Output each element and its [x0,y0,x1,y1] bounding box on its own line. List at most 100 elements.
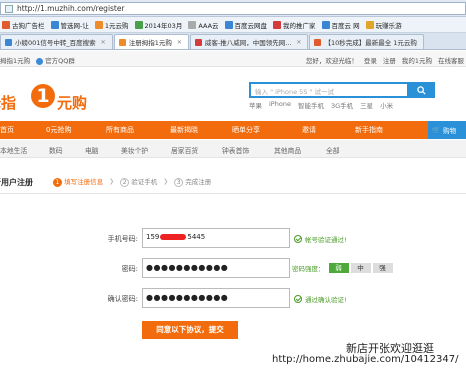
bookmark-item[interactable]: AAA云 [188,20,219,30]
my-account-link[interactable]: 我的1元购 [402,55,432,65]
page-title: 新用户注册 [0,178,33,187]
register-steps: 1 填写注册信息 ❯ 2 验证手机 ❯ 3 完成注册 [53,176,211,187]
category-item[interactable]: 本地生活 [0,145,27,155]
password-input[interactable]: ●●●●●●●●●●● [142,258,290,278]
bookmark-icon [2,20,10,29]
strength-strong: 强 [372,263,393,273]
bookmark-item[interactable]: 1元云购 [94,20,129,30]
password-row: 密码: ●●●●●●●●●●● 密码强度： 弱 中 强 [0,258,466,280]
qq-icon [36,57,44,65]
site-top-bar: 拇指1元购 官方QQ群 您好，欢迎光临！ 登录 注册 我的1元购 在线客服 [0,51,466,67]
check-icon [294,295,302,303]
phone-input[interactable]: 159 5445 [142,228,290,248]
search-input[interactable]: 输入 " iPhone 5S " 试一试 [249,82,409,98]
address-bar-area: http://1.muzhih.com/register [0,0,466,17]
main-nav: 首页 0元抢购 所有商品 最新揭晓 晒单分享 邀请 新手指南 🛒 购物 [0,121,466,139]
login-link[interactable]: 登录 [364,55,377,65]
category-item[interactable]: 居家百货 [171,145,198,155]
bookmark-item[interactable]: 2014年03月 [134,20,182,30]
category-item[interactable]: 数码 [49,145,63,155]
submit-button[interactable]: 同意以下协议，提交 [142,321,238,339]
divider [0,193,466,194]
bookmark-item[interactable]: 古狗广告栏 [2,20,45,30]
bookmark-icon [321,20,330,29]
qq-group-link[interactable]: 官方QQ群 [36,55,75,65]
bookmark-icon [273,20,282,29]
logo-one[interactable]: 1 [31,84,55,108]
tab-favicon [314,38,322,46]
logo-text-left[interactable]: 拇指 [0,92,16,113]
phone-row: 手机号码: 159 5445 帐号验证通过! [0,228,466,250]
tab-yungou[interactable]: 【10秒完成】最新最全 1元云购 [309,34,424,49]
tab-favicon [194,38,202,46]
step-complete: 3 完成注册 [174,176,211,187]
nav-all-products[interactable]: 所有商品 [106,125,134,135]
category-item[interactable]: 钟表首饰 [222,145,249,155]
phone-label: 手机号码: [107,235,138,243]
search-icon [417,85,426,95]
tab-register[interactable]: 注册拇指1元购 ✕ [113,34,189,49]
category-item[interactable]: 电脑 [85,145,99,155]
nav-home[interactable]: 首页 [0,125,14,135]
hot-word[interactable]: 3G手机 [331,100,353,110]
password-label: 密码: [121,265,138,273]
category-item[interactable]: 其他商品 [274,145,301,155]
confirm-password-input[interactable]: ●●●●●●●●●●● [142,288,290,308]
hot-search-words: 苹果 iPhone 智能手机 3G手机 三星 小米 [249,100,393,110]
online-service-link[interactable]: 在线客服 [438,55,464,65]
search-button[interactable] [408,82,435,98]
register-link[interactable]: 注册 [383,55,396,65]
nav-share-orders[interactable]: 晒单分享 [232,125,260,135]
close-icon[interactable]: ✕ [296,39,301,46]
confirm-password-row: 确认密码: ●●●●●●●●●●● 通过确认验证! [0,288,466,310]
bookmark-icon [50,20,59,29]
category-item[interactable]: 全部 [326,145,340,155]
tab-baidu-search[interactable]: 小螃001信号中转_百度搜索 ✕ [0,34,113,49]
bookmark-icon [188,20,197,29]
bookmark-icon [365,20,374,29]
close-icon[interactable]: ✕ [101,39,106,46]
cart-button[interactable]: 🛒 购物 [428,121,466,139]
bookmark-item[interactable]: 百度云 网 [321,20,360,30]
bookmark-icon [94,20,103,29]
bookmark-item[interactable]: 我的推广家 [273,20,316,30]
bookmark-item[interactable]: 百度云网盘 [224,20,267,30]
step-separator-icon: ❯ [163,178,169,185]
close-icon[interactable]: ✕ [177,39,182,46]
site-name-link[interactable]: 拇指1元购 [0,55,30,65]
confirm-ok-note: 通过确认验证! [294,294,347,304]
nav-latest-reveal[interactable]: 最新揭晓 [170,125,198,135]
hot-word[interactable]: iPhone [269,100,291,110]
tab-weike[interactable]: 威客-推八威网，中国领先网... ✕ [189,34,309,49]
nav-zero-yuan[interactable]: 0元抢购 [46,125,71,135]
hot-word[interactable]: 小米 [380,100,393,110]
bookmarks-bar: 古狗广告栏 管选网-让 1元云购 2014年03月 AAA云 百度云网盘 我的推… [0,17,466,33]
confirm-password-label: 确认密码: [107,295,138,303]
step-separator-icon: ❯ [109,178,115,185]
strength-medium: 中 [350,263,371,273]
page-icon [5,4,13,13]
redaction-mark [160,234,187,240]
phone-ok-note: 帐号验证通过! [294,234,347,244]
hot-word[interactable]: 三星 [360,100,373,110]
hot-word[interactable]: 智能手机 [298,100,324,110]
nav-invite[interactable]: 邀请 [302,125,316,135]
logo-text-right[interactable]: 元购 [57,92,87,113]
address-url[interactable]: http://1.muzhih.com/register [17,4,125,13]
hot-word[interactable]: 苹果 [249,100,262,110]
address-bar[interactable]: http://1.muzhih.com/register [0,2,466,15]
watermark-line2: http://home.zhubajie.com/10412347/ [272,354,459,365]
bookmark-icon [134,20,143,29]
tab-strip: 小螃001信号中转_百度搜索 ✕ 注册拇指1元购 ✕ 威客-推八威网，中国领先网..… [0,33,466,50]
bookmark-item[interactable]: 玩赚乐游 [365,20,402,30]
check-icon [294,235,302,243]
step-fill-info: 1 填写注册信息 [53,176,103,187]
header: 拇指 1 元购 输入 " iPhone 5S " 试一试 苹果 iPhone 智… [0,68,466,120]
bookmark-item[interactable]: 管选网-让 [50,20,89,30]
strength-weak: 弱 [328,263,349,273]
welcome-text: 您好，欢迎光临！ [305,57,358,65]
category-item[interactable]: 美妆个护 [121,145,148,155]
nav-newbie-guide[interactable]: 新手指南 [355,125,383,135]
tab-favicon [5,38,12,46]
category-nav: 本地生活 数码 电脑 美妆个护 居家百货 钟表首饰 其他商品 全部 [0,140,466,158]
